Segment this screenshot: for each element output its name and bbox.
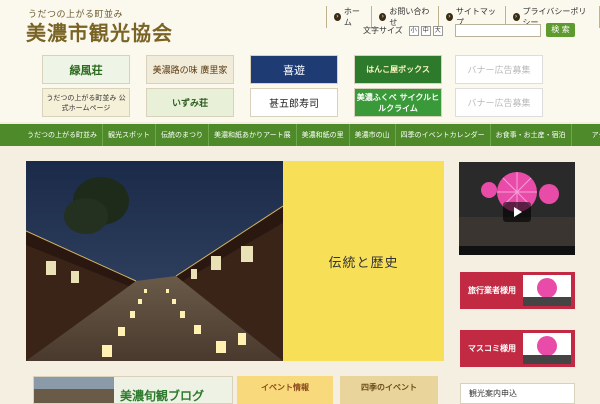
nav-akari-art[interactable]: 美濃和紙あかりアート展	[209, 124, 297, 146]
search-button[interactable]: 検 索	[546, 23, 575, 37]
townscape-photo	[34, 377, 114, 403]
arrow-icon: ›	[379, 13, 387, 21]
video-player[interactable]	[459, 162, 575, 255]
nav-udatsu[interactable]: うだつの上がる町並み	[22, 124, 103, 146]
banner-ad-slot[interactable]: バナー広告募集	[455, 55, 543, 84]
event-info-banner[interactable]: イベント情報	[237, 376, 333, 404]
seasonal-events-banner[interactable]: 四季のイベント	[340, 376, 438, 404]
banner-hirosatoya[interactable]: 美濃路の味 廣里家	[146, 55, 234, 84]
banner-izumiso[interactable]: いずみ荘	[146, 88, 234, 117]
banner-jingoro-sushi[interactable]: 甚五郎寿司	[250, 88, 338, 117]
banner-udatsu-official[interactable]: うだつの上がる町並み 公式ホームページ	[42, 88, 130, 117]
nav-washi-village[interactable]: 美濃和紙の里	[297, 124, 350, 146]
hero-caption-panel: 伝統と歴史	[283, 161, 444, 361]
mino-blog-banner[interactable]: 美濃旬観ブログ	[33, 376, 233, 404]
nav-festival[interactable]: 伝統のまつり	[156, 124, 209, 146]
festival-thumbnail	[523, 333, 571, 364]
font-size-control: 文字サイズ 小 中 大	[363, 25, 443, 36]
play-icon[interactable]	[503, 202, 531, 222]
main-nav: うだつの上がる町並み 観光スポット 伝統のまつり 美濃和紙あかりアート展 美濃和…	[0, 124, 600, 146]
font-medium-button[interactable]: 中	[420, 25, 431, 36]
hero-caption: 伝統と歴史	[328, 255, 399, 271]
nav-event-calendar[interactable]: 四季のイベントカレンダー	[396, 124, 491, 146]
arrow-icon: ›	[445, 13, 453, 21]
banner-ryokufuso[interactable]: 緑風荘	[42, 55, 130, 84]
search-input[interactable]	[455, 24, 541, 37]
banner-cycle-hillclimb[interactable]: 美濃ふくべ サイクルヒルクライム	[354, 88, 442, 117]
nav-access[interactable]: アクセス	[572, 124, 600, 146]
hero-slideshow[interactable]: 伝統と歴史	[26, 161, 444, 361]
banner-ad-slot[interactable]: バナー広告募集	[455, 88, 543, 117]
tour-guide-request[interactable]: 観光案内申込	[460, 383, 575, 404]
arrow-icon: ›	[334, 13, 341, 21]
nav-mountains[interactable]: 美濃市の山	[350, 124, 396, 146]
banner-kiyuu[interactable]: 喜遊	[250, 55, 338, 84]
banner-hankoya[interactable]: はんこ屋ボックス	[354, 55, 442, 84]
press-button[interactable]: マスコミ様用	[460, 330, 575, 367]
nav-spots[interactable]: 観光スポット	[103, 124, 156, 146]
header: うだつの上がる町並み 美濃市観光協会 › ホーム › お問い合わせ › サイトマップ …	[0, 0, 600, 122]
nav-food-stay[interactable]: お食事・お土産・宿泊	[491, 124, 572, 146]
arrow-icon: ›	[512, 13, 520, 21]
font-small-button[interactable]: 小	[408, 25, 419, 36]
font-size-label: 文字サイズ	[363, 26, 403, 35]
site-logo[interactable]: 美濃市観光協会	[26, 17, 173, 46]
night-street-illustration	[26, 161, 283, 361]
hero-image	[26, 161, 283, 361]
festival-thumbnail	[523, 275, 571, 306]
font-large-button[interactable]: 大	[432, 25, 443, 36]
blog-title: 美濃旬観ブログ	[120, 389, 205, 403]
travel-agency-button[interactable]: 旅行業者様用	[460, 272, 575, 309]
